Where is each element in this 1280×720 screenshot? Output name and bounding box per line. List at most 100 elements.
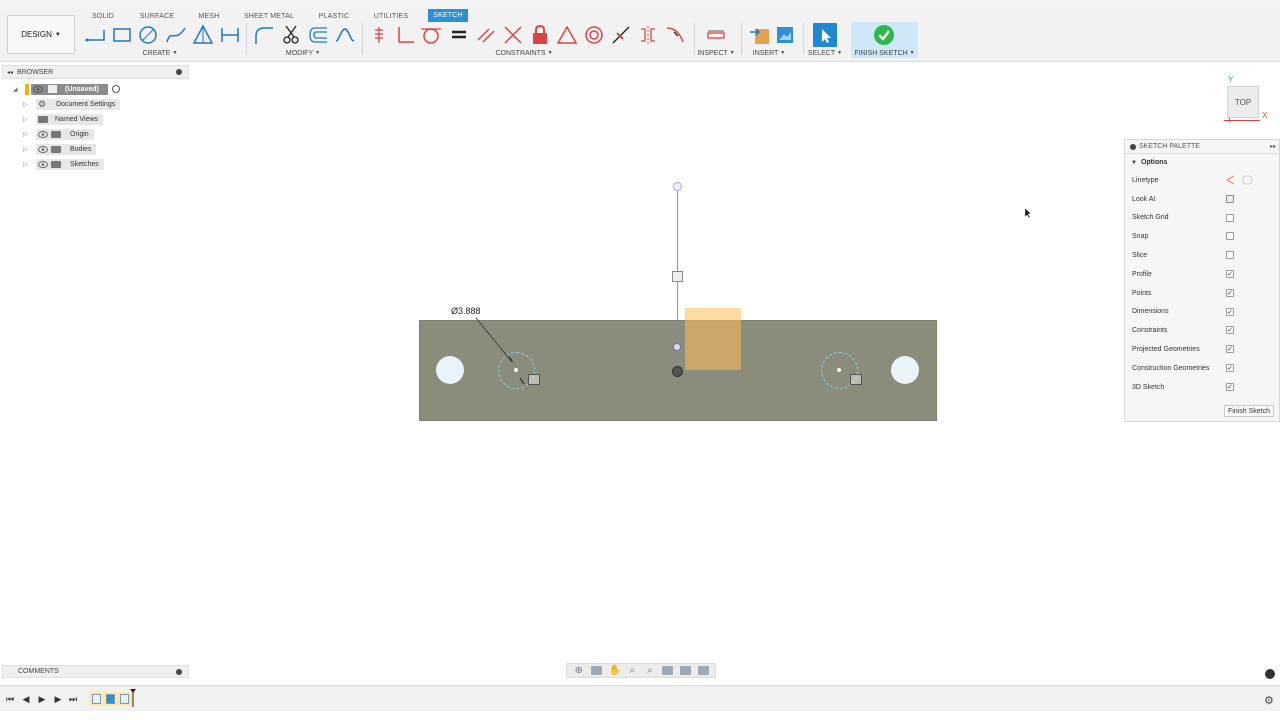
coincident-constraint-icon[interactable] <box>367 23 391 47</box>
concentric-constraint-icon[interactable] <box>582 23 606 47</box>
collapse-arrows-icon[interactable]: ◂◂ <box>7 69 13 76</box>
tab-utilities[interactable]: UTILITIES <box>369 11 413 22</box>
circle-center-point[interactable] <box>837 368 841 372</box>
pan-hand-icon[interactable]: ✋ <box>609 666 621 676</box>
slice-checkbox[interactable] <box>1226 251 1234 260</box>
origin-point-icon[interactable] <box>672 366 683 377</box>
expand-arrow-icon[interactable]: ▷ <box>23 131 29 138</box>
view-cube[interactable]: TOP <box>1227 86 1259 118</box>
tree-root[interactable]: ◢ (Unsaved) <box>13 83 120 95</box>
tree-item-bodies[interactable]: ▷ Bodies <box>23 143 97 155</box>
rectangle-tool[interactable] <box>110 23 134 47</box>
step-forward-icon[interactable]: ▶ <box>53 694 63 704</box>
curve-tool[interactable] <box>333 23 357 47</box>
timeline-sketch-item[interactable] <box>120 694 129 704</box>
inspect-menu[interactable]: INSPECT ▼ <box>697 48 735 58</box>
constraints-menu[interactable]: CONSTRAINTS ▼ <box>494 48 554 58</box>
sketch-point[interactable] <box>673 343 681 351</box>
timeline-settings-gear-icon[interactable]: ⚙ <box>1264 694 1274 707</box>
sketch-palette-header[interactable]: SKETCH PALETTE ▸▸ <box>1125 140 1279 154</box>
zoom-window-icon[interactable]: ⌕ <box>644 666 655 676</box>
offset-tool[interactable] <box>306 23 330 47</box>
parallel-constraint-icon[interactable] <box>474 23 498 47</box>
linetype-icon[interactable] <box>1226 175 1254 185</box>
lock-icon[interactable] <box>528 23 552 47</box>
triangle-constraint-icon[interactable] <box>555 23 579 47</box>
constraints-checkbox[interactable]: ✓ <box>1226 326 1234 335</box>
trim-tool[interactable] <box>279 23 303 47</box>
insert-derive-icon[interactable] <box>748 23 772 47</box>
look-at-icon[interactable] <box>591 666 603 675</box>
measure-icon[interactable] <box>704 23 728 47</box>
expand-arrow-icon[interactable]: ▷ <box>23 116 29 123</box>
zoom-icon[interactable]: ⌕ <box>627 666 638 676</box>
tab-sketch[interactable]: SKETCH <box>428 9 468 22</box>
sketch-endpoint[interactable] <box>673 182 682 191</box>
create-menu[interactable]: CREATE ▼ <box>140 48 180 58</box>
collinear-constraint-icon[interactable] <box>501 23 525 47</box>
palette-finish-sketch-button[interactable]: Finish Sketch <box>1223 405 1274 417</box>
dimensions-checkbox[interactable]: ✓ <box>1226 307 1234 316</box>
eye-icon[interactable] <box>33 85 43 93</box>
equal-constraint-icon[interactable] <box>447 23 471 47</box>
constraint-glyph-icon[interactable] <box>672 271 683 282</box>
timeline-extrude-item[interactable] <box>106 694 115 704</box>
projected-geometries-checkbox[interactable]: ✓ <box>1226 345 1234 354</box>
diameter-dimension[interactable]: Ø3.888 <box>451 306 481 316</box>
tab-solid[interactable]: SOLID <box>86 11 120 22</box>
orbit-icon[interactable]: ⊕ <box>573 666 584 676</box>
tangent-constraint-icon[interactable] <box>419 23 443 47</box>
expand-arrow-icon[interactable]: ▷ <box>23 101 29 108</box>
tree-item-sketches[interactable]: ▷ Sketches <box>23 158 104 170</box>
tab-surface[interactable]: SURFACE <box>137 11 177 22</box>
tree-item-document-settings[interactable]: ▷ ⚙ Document Settings <box>23 98 121 110</box>
comments-panel[interactable]: COMMENTS <box>2 665 189 678</box>
play-icon[interactable]: ▶ <box>37 694 47 704</box>
snap-checkbox[interactable] <box>1226 232 1234 241</box>
sketch-grid-checkbox[interactable] <box>1226 213 1234 222</box>
go-to-end-icon[interactable]: ⏭ <box>68 694 78 704</box>
display-settings-icon[interactable] <box>662 666 674 675</box>
spline-tool[interactable] <box>164 23 188 47</box>
help-icon[interactable] <box>1265 669 1275 679</box>
viewports-icon[interactable] <box>697 666 709 675</box>
insert-menu[interactable]: INSERT ▼ <box>751 48 787 58</box>
finish-sketch-button[interactable]: FINISH SKETCH ▼ <box>851 22 918 58</box>
tab-mesh[interactable]: MESH <box>194 11 224 22</box>
insert-canvas-icon[interactable] <box>773 23 797 47</box>
points-checkbox[interactable]: ✓ <box>1226 288 1234 297</box>
tree-item-named-views[interactable]: ▷ Named Views <box>23 113 104 125</box>
hole-right[interactable] <box>891 356 919 384</box>
profile-checkbox[interactable]: ✓ <box>1226 269 1234 278</box>
polygon-tool[interactable] <box>191 23 215 47</box>
sketch-profile-highlight[interactable] <box>685 308 741 370</box>
curvature-constraint-icon[interactable] <box>663 23 687 47</box>
expand-arrow-icon[interactable]: ▷ <box>23 146 29 153</box>
eye-icon[interactable] <box>38 130 48 138</box>
grid-settings-icon[interactable] <box>679 666 691 675</box>
sketch-dimension-tool[interactable] <box>218 23 242 47</box>
step-back-icon[interactable]: ◀ <box>21 694 31 704</box>
expand-arrows-icon[interactable]: ▸▸ <box>1270 143 1276 150</box>
pin-icon[interactable] <box>1130 143 1136 150</box>
select-button[interactable] <box>813 23 837 47</box>
construction-geometries-checkbox[interactable]: ✓ <box>1226 363 1234 372</box>
line-tool[interactable] <box>83 23 107 47</box>
timeline-marker-icon[interactable] <box>130 689 136 707</box>
design-workspace-button[interactable]: DESIGN ▼ <box>7 15 75 54</box>
tab-plastic[interactable]: PLASTIC <box>314 11 354 22</box>
modify-menu[interactable]: MODIFY ▼ <box>283 48 323 58</box>
timeline-sketch-item[interactable] <box>92 694 101 704</box>
perpendicular-constraint-icon[interactable] <box>393 23 417 47</box>
fillet-tool[interactable] <box>252 23 276 47</box>
circle-tool[interactable] <box>136 23 160 47</box>
eye-icon[interactable] <box>38 160 48 168</box>
pin-icon[interactable] <box>176 669 182 675</box>
tree-item-origin[interactable]: ▷ Origin <box>23 128 94 140</box>
3d-sketch-checkbox[interactable]: ✓ <box>1226 382 1234 391</box>
tab-sheet-metal[interactable]: SHEET METAL <box>240 11 298 22</box>
symmetry-constraint-icon[interactable] <box>636 23 660 47</box>
expand-arrow-icon[interactable]: ▷ <box>23 161 29 168</box>
midpoint-constraint-icon[interactable] <box>609 23 633 47</box>
hole-left[interactable] <box>436 356 464 384</box>
